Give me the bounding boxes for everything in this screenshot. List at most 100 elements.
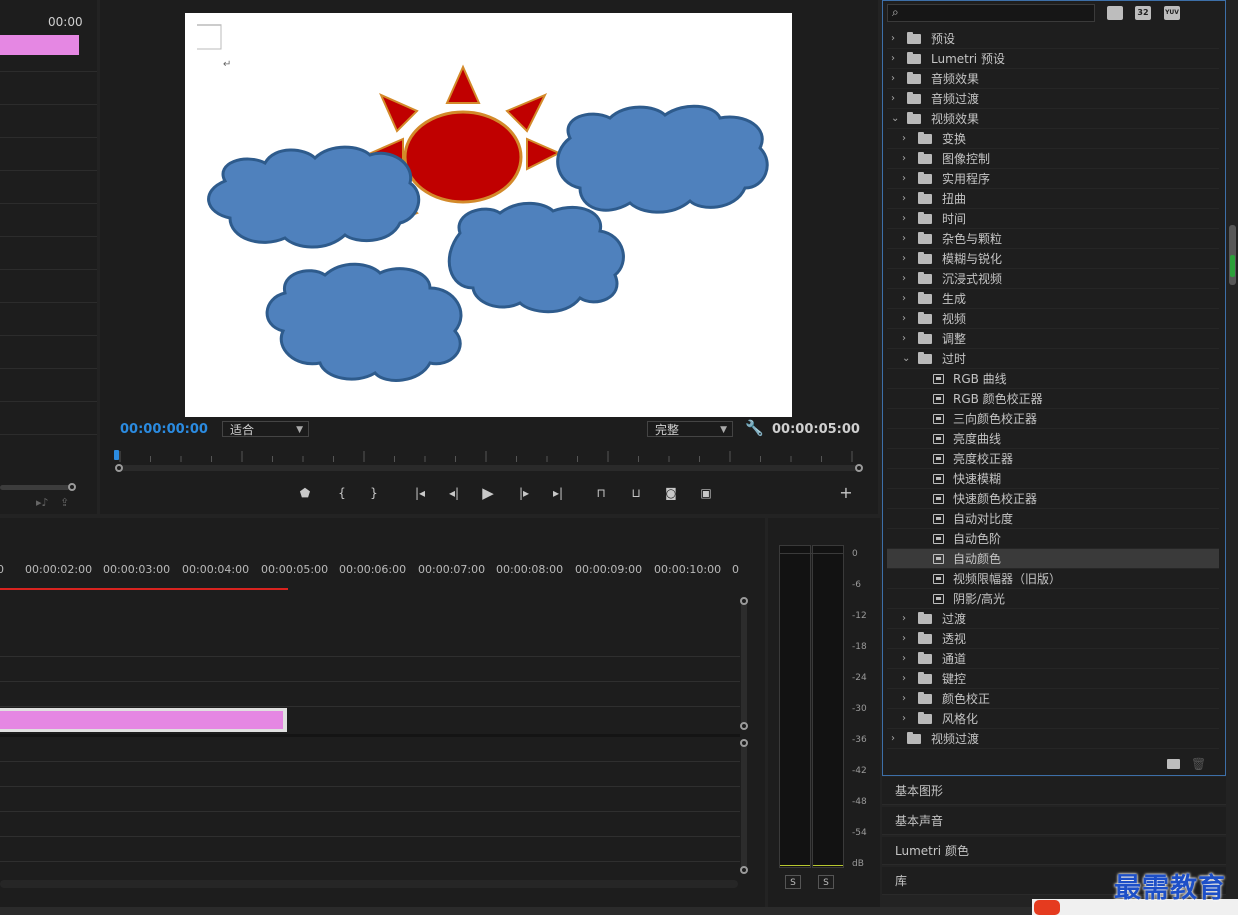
video-tracks-scrollbar[interactable] — [741, 602, 747, 726]
effect-item[interactable]: 快速模糊 — [887, 469, 1219, 489]
chevron-right-icon[interactable]: › — [902, 669, 906, 689]
chevron-right-icon[interactable]: › — [891, 729, 895, 749]
chevron-right-icon[interactable]: › — [891, 89, 895, 109]
effect-item[interactable]: 亮度校正器 — [887, 449, 1219, 469]
mark-in-icon[interactable]: { — [332, 484, 352, 502]
fit-zoom-select[interactable]: 适合 ▼ — [222, 421, 309, 437]
timeline-horizontal-scrollbar[interactable] — [0, 880, 738, 888]
camera-icon[interactable]: ◙ — [661, 484, 681, 502]
video-clip[interactable] — [0, 708, 287, 732]
program-current-timecode[interactable]: 00:00:00:00 — [120, 422, 208, 437]
effect-item[interactable]: 快速颜色校正器 — [887, 489, 1219, 509]
chevron-right-icon[interactable]: › — [902, 189, 906, 209]
chevron-down-icon[interactable]: ⌄ — [891, 109, 899, 129]
effect-folder[interactable]: › 视频 — [887, 309, 1219, 329]
effect-folder[interactable]: ⌄ 过时 — [887, 349, 1219, 369]
effect-folder[interactable]: › 预设 — [887, 29, 1219, 49]
effect-item[interactable]: RGB 曲线 — [887, 369, 1219, 389]
chevron-right-icon[interactable]: › — [902, 629, 906, 649]
chevron-right-icon[interactable]: › — [902, 329, 906, 349]
effect-folder[interactable]: ⌄ 视频效果 — [887, 109, 1219, 129]
effect-item[interactable]: RGB 颜色校正器 — [887, 389, 1219, 409]
chevron-right-icon[interactable]: › — [891, 69, 895, 89]
extract-icon[interactable]: ⊔ — [626, 484, 646, 502]
chevron-right-icon[interactable]: › — [902, 309, 906, 329]
chevron-right-icon[interactable]: › — [902, 229, 906, 249]
panel-essential-sound[interactable]: 基本声音 — [882, 807, 1226, 835]
work-area-bar[interactable] — [0, 588, 288, 590]
effect-folder[interactable]: › 杂色与颗粒 — [887, 229, 1219, 249]
effect-folder[interactable]: › 生成 — [887, 289, 1219, 309]
compare-view-icon[interactable]: ▣ — [696, 484, 716, 502]
effect-item[interactable]: 自动对比度 — [887, 509, 1219, 529]
effect-folder[interactable]: › 变换 — [887, 129, 1219, 149]
add-marker-icon[interactable]: ⬟ — [295, 484, 315, 502]
chevron-right-icon[interactable]: › — [902, 689, 906, 709]
audio-scroll-handle-top[interactable] — [740, 739, 748, 747]
effect-folder[interactable]: › 通道 — [887, 649, 1219, 669]
audio-video-separator[interactable] — [0, 734, 740, 737]
panel-essential-graphics[interactable]: 基本图形 — [882, 777, 1226, 805]
lift-icon[interactable]: ⊓ — [591, 484, 611, 502]
source-clip-bar[interactable] — [0, 35, 79, 55]
effect-folder[interactable]: › 音频效果 — [887, 69, 1219, 89]
insert-icon[interactable]: ▸♪ — [36, 496, 49, 509]
new-bin-icon[interactable] — [1167, 759, 1180, 769]
solo-right-button[interactable]: S — [818, 875, 834, 889]
zoom-handle-right[interactable] — [855, 464, 863, 472]
effect-folder[interactable]: › 音频过渡 — [887, 89, 1219, 109]
go-to-in-icon[interactable]: |◂ — [410, 484, 430, 502]
effect-item[interactable]: 亮度曲线 — [887, 429, 1219, 449]
quality-select[interactable]: 完整 ▼ — [647, 421, 733, 437]
effect-folder[interactable]: › 图像控制 — [887, 149, 1219, 169]
go-to-out-icon[interactable]: ▸| — [548, 484, 568, 502]
effect-folder[interactable]: › Lumetri 预设 — [887, 49, 1219, 69]
effect-folder[interactable]: › 扭曲 — [887, 189, 1219, 209]
effects-search-input[interactable]: ⌕ — [887, 4, 1095, 22]
playhead-marker[interactable] — [114, 450, 119, 460]
chevron-right-icon[interactable]: › — [902, 209, 906, 229]
effect-item[interactable]: 自动颜色 — [887, 549, 1219, 569]
chevron-right-icon[interactable]: › — [902, 249, 906, 269]
accelerated-effects-icon[interactable] — [1107, 6, 1123, 20]
effect-folder[interactable]: › 颜色校正 — [887, 689, 1219, 709]
effect-folder[interactable]: › 过渡 — [887, 609, 1219, 629]
effect-item[interactable]: 自动色阶 — [887, 529, 1219, 549]
video-scroll-handle-bottom[interactable] — [740, 722, 748, 730]
play-icon[interactable]: ▶ — [478, 484, 498, 502]
chevron-right-icon[interactable]: › — [902, 169, 906, 189]
mark-out-icon[interactable]: } — [364, 484, 384, 502]
audio-tracks-scrollbar[interactable] — [741, 744, 747, 870]
effect-item[interactable]: 三向颜色校正器 — [887, 409, 1219, 429]
effect-item[interactable]: 视频限幅器（旧版） — [887, 569, 1219, 589]
chevron-right-icon[interactable]: › — [902, 289, 906, 309]
chevron-right-icon[interactable]: › — [902, 269, 906, 289]
effect-folder[interactable]: › 视频过渡 — [887, 729, 1219, 749]
chevron-right-icon[interactable]: › — [902, 129, 906, 149]
yuv-effects-icon[interactable]: YUV — [1164, 6, 1180, 20]
32bit-effects-icon[interactable]: 32 — [1135, 6, 1151, 20]
effect-folder[interactable]: › 风格化 — [887, 709, 1219, 729]
effect-folder[interactable]: › 时间 — [887, 209, 1219, 229]
effect-item[interactable]: 阴影/高光 — [887, 589, 1219, 609]
chevron-right-icon[interactable]: › — [891, 29, 895, 49]
effect-folder[interactable]: › 模糊与锐化 — [887, 249, 1219, 269]
effect-folder[interactable]: › 沉浸式视频 — [887, 269, 1219, 289]
zoom-handle-left[interactable] — [115, 464, 123, 472]
chevron-right-icon[interactable]: › — [902, 609, 906, 629]
solo-left-button[interactable]: S — [785, 875, 801, 889]
chevron-right-icon[interactable]: › — [902, 149, 906, 169]
chevron-right-icon[interactable]: › — [891, 49, 895, 69]
source-scrollbar[interactable] — [0, 485, 70, 490]
audio-scroll-handle-bottom[interactable] — [740, 866, 748, 874]
export-icon[interactable]: ⇪ — [60, 496, 69, 509]
window-scrollbar-thumb[interactable] — [1229, 225, 1236, 285]
program-zoom-bar[interactable] — [120, 465, 860, 471]
chevron-right-icon[interactable]: › — [902, 649, 906, 669]
video-scroll-handle-top[interactable] — [740, 597, 748, 605]
chevron-down-icon[interactable]: ⌄ — [902, 349, 910, 369]
chevron-right-icon[interactable]: › — [902, 709, 906, 729]
program-time-ruler[interactable] — [116, 448, 860, 462]
effect-folder[interactable]: › 调整 — [887, 329, 1219, 349]
source-scroll-handle[interactable] — [68, 483, 76, 491]
